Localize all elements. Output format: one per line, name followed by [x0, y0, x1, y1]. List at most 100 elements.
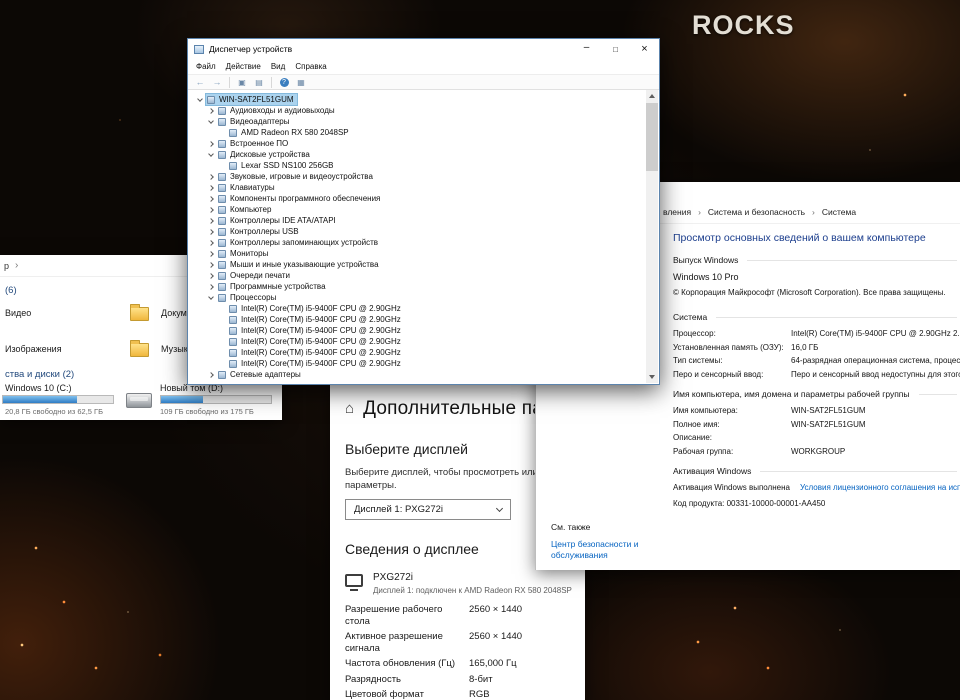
- monitor-icon: [345, 574, 363, 591]
- expand-chevron-icon[interactable]: [208, 371, 214, 378]
- close-button[interactable]: [630, 39, 659, 59]
- device-tree-item[interactable]: Аудиовходы и аудиовыходы: [191, 105, 646, 116]
- expand-chevron-icon[interactable]: [208, 272, 214, 279]
- menu-action[interactable]: Действие: [221, 62, 266, 71]
- device-tree-item[interactable]: WIN-SAT2FL51GUM: [191, 93, 646, 106]
- display-adapter-icon: [218, 117, 226, 126]
- folder-tile[interactable]: Видео: [0, 299, 125, 331]
- network-adapter-icon: [218, 370, 226, 379]
- device-tree-item-label: Контроллеры IDE ATA/ATAPI: [230, 216, 336, 225]
- properties-icon[interactable]: [252, 76, 266, 88]
- computer-icon: [218, 205, 226, 214]
- device-tree-item-label: Intel(R) Core(TM) i5-9400F CPU @ 2.90GHz: [241, 337, 401, 346]
- minimize-button[interactable]: [572, 39, 601, 59]
- expand-chevron-icon[interactable]: [208, 228, 214, 235]
- device-manager-window: Диспетчер устройств Файл Действие Вид Сп…: [187, 38, 660, 385]
- device-tree-item[interactable]: Процессоры: [191, 292, 646, 303]
- license-terms-link[interactable]: Условия лицензионного соглашения на испо…: [800, 483, 960, 492]
- device-tree-item[interactable]: Intel(R) Core(TM) i5-9400F CPU @ 2.90GHz: [191, 347, 646, 358]
- device-tree-item[interactable]: Звуковые, игровые и видеоустройства: [191, 171, 646, 182]
- collapse-chevron-icon[interactable]: [208, 117, 214, 124]
- display-info-row: Активное разрешение сигнала 2560 × 1440: [345, 631, 585, 654]
- tree-item-body: Процессоры: [217, 292, 279, 303]
- device-tree-item[interactable]: Контроллеры IDE ATA/ATAPI: [191, 215, 646, 226]
- device-tree-item[interactable]: Компьютер: [191, 204, 646, 215]
- expand-chevron-icon[interactable]: [208, 217, 214, 224]
- tree-item-body: Intel(R) Core(TM) i5-9400F CPU @ 2.90GHz: [228, 358, 404, 369]
- tree-scrollbar[interactable]: [646, 90, 658, 383]
- device-tree-item[interactable]: AMD Radeon RX 580 2048SP: [191, 127, 646, 138]
- scroll-thumb[interactable]: [646, 103, 658, 171]
- device-tree-item[interactable]: Intel(R) Core(TM) i5-9400F CPU @ 2.90GHz: [191, 336, 646, 347]
- drive-tile[interactable]: Новый том (D:) 109 ГБ свободно из 175 ГБ: [126, 383, 276, 419]
- back-icon[interactable]: [193, 76, 207, 88]
- device-tree-item[interactable]: Контроллеры USB: [191, 226, 646, 237]
- device-tree-item[interactable]: Программные устройства: [191, 281, 646, 292]
- explorer-breadcrumb-fragment[interactable]: р: [4, 261, 9, 271]
- scroll-up-icon[interactable]: [646, 90, 658, 102]
- tree-item-body: Intel(R) Core(TM) i5-9400F CPU @ 2.90GHz: [228, 314, 404, 325]
- device-tree-item[interactable]: Компоненты программного обеспечения: [191, 193, 646, 204]
- system-info-row: Перо и сенсорный ввод: Перо и сенсорный в…: [673, 369, 960, 380]
- expand-chevron-icon[interactable]: [208, 250, 214, 257]
- device-tree-item-label: Дисковые устройства: [230, 150, 310, 159]
- security-center-link[interactable]: Центр безопасности и обслуживания: [551, 539, 647, 561]
- device-tree-item-label: Звуковые, игровые и видеоустройства: [230, 172, 373, 181]
- breadcrumb-system[interactable]: Система: [822, 207, 856, 217]
- system-info-value: Перо и сенсорный ввод недоступны для это…: [791, 369, 960, 379]
- cpu-icon: [229, 359, 237, 368]
- menu-view[interactable]: Вид: [266, 62, 290, 71]
- home-icon[interactable]: [345, 400, 354, 418]
- device-tree-item-label: Компоненты программного обеспечения: [230, 194, 381, 203]
- folder-tile[interactable]: Изображения: [0, 335, 125, 367]
- expand-chevron-icon[interactable]: [208, 239, 214, 246]
- breadcrumb-control-panel-fragment[interactable]: вления: [663, 207, 691, 217]
- expand-chevron-icon[interactable]: [208, 261, 214, 268]
- help-icon[interactable]: [277, 76, 291, 88]
- computer-name-section-header: Имя компьютера, имя домена и параметры р…: [673, 389, 957, 399]
- device-tree-item[interactable]: Контроллеры запоминающих устройств: [191, 237, 646, 248]
- device-tree-item[interactable]: Мониторы: [191, 248, 646, 259]
- scan-devices-icon[interactable]: [294, 76, 308, 88]
- device-tree-item-label: Процессоры: [230, 293, 277, 302]
- display-select-dropdown[interactable]: Дисплей 1: PXG272i: [345, 499, 511, 520]
- collapse-chevron-icon[interactable]: [197, 95, 203, 102]
- device-tree-item[interactable]: Сетевые адаптеры: [191, 369, 646, 380]
- system-section-header: Система: [673, 312, 957, 322]
- device-tree-item[interactable]: Дисковые устройства: [191, 149, 646, 160]
- console-window-icon[interactable]: [235, 76, 249, 88]
- expand-chevron-icon[interactable]: [208, 195, 214, 202]
- menu-help[interactable]: Справка: [290, 62, 331, 71]
- device-tree-item[interactable]: Lexar SSD NS100 256GB: [191, 160, 646, 171]
- device-tree-item[interactable]: Intel(R) Core(TM) i5-9400F CPU @ 2.90GHz: [191, 325, 646, 336]
- display-info-label: Активное разрешение сигнала: [345, 631, 443, 654]
- expand-chevron-icon[interactable]: [208, 140, 214, 147]
- device-tree-item[interactable]: Мыши и иные указывающие устройства: [191, 259, 646, 270]
- free-space-caption: 20,8 ГБ свободно из 62,5 ГБ: [5, 407, 104, 416]
- expand-chevron-icon[interactable]: [208, 283, 214, 290]
- device-tree-item[interactable]: Встроенное ПО: [191, 138, 646, 149]
- system-info-row: Процессор: Intel(R) Core(TM) i5-9400F CPU…: [673, 329, 960, 339]
- device-tree-item[interactable]: Intel(R) Core(TM) i5-9400F CPU @ 2.90GHz: [191, 303, 646, 314]
- menu-file[interactable]: Файл: [191, 62, 221, 71]
- expand-chevron-icon[interactable]: [208, 107, 214, 114]
- folder-icon: [130, 340, 149, 357]
- collapse-chevron-icon[interactable]: [208, 150, 214, 157]
- system-info-value: 16,0 ГБ: [791, 342, 819, 352]
- device-tree-item[interactable]: Видеоадаптеры: [191, 116, 646, 127]
- device-tree-item[interactable]: Клавиатуры: [191, 182, 646, 193]
- expand-chevron-icon[interactable]: [208, 184, 214, 191]
- device-tree-item[interactable]: Intel(R) Core(TM) i5-9400F CPU @ 2.90GHz: [191, 314, 646, 325]
- expand-chevron-icon[interactable]: [208, 173, 214, 180]
- breadcrumb-system-security[interactable]: Система и безопасность: [708, 207, 805, 217]
- device-tree-item[interactable]: Intel(R) Core(TM) i5-9400F CPU @ 2.90GHz: [191, 358, 646, 369]
- device-tree-item[interactable]: Очереди печати: [191, 270, 646, 281]
- forward-icon[interactable]: [210, 76, 224, 88]
- device-manager-titlebar[interactable]: Диспетчер устройств: [188, 39, 659, 59]
- scroll-down-icon[interactable]: [646, 371, 658, 383]
- device-tree-item-label: Видеоадаптеры: [230, 117, 290, 126]
- expand-chevron-icon[interactable]: [208, 206, 214, 213]
- collapse-chevron-icon[interactable]: [208, 293, 214, 300]
- maximize-button[interactable]: [601, 39, 630, 59]
- display-identity: PXG272i Дисплей 1: подключен к AMD Radeo…: [345, 572, 585, 595]
